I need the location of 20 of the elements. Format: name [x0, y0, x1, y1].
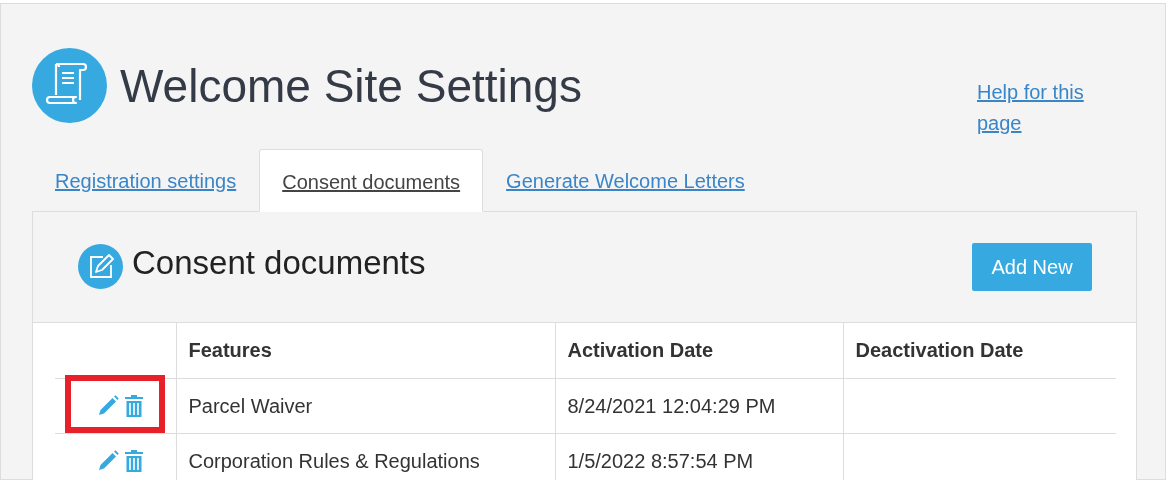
column-header: Deactivation Date: [843, 323, 1116, 378]
tab[interactable]: Consent documents: [259, 149, 484, 212]
pencil-icon[interactable]: [97, 449, 120, 472]
trash-icon[interactable]: [125, 393, 144, 418]
table-cell: 8/24/2021 12:04:29 PM: [567, 394, 776, 417]
edit-icon: [78, 244, 123, 289]
table-cell: 1/5/2022 8:57:54 PM: [567, 449, 754, 472]
tab[interactable]: Generate Welcome Letters: [483, 149, 768, 211]
tab[interactable]: Registration settings: [32, 149, 260, 211]
table-cell: Corporation Rules & Regulations: [188, 449, 480, 472]
table-cell: Parcel Waiver: [188, 394, 313, 417]
pencil-icon[interactable]: [97, 394, 120, 417]
add-new-button[interactable]: Add New: [972, 243, 1092, 291]
column-header: Activation Date: [555, 323, 843, 378]
trash-icon[interactable]: [125, 448, 144, 473]
help-link[interactable]: Help for this page: [977, 77, 1107, 139]
section-title: Consent documents: [132, 243, 426, 283]
scroll-icon: [32, 48, 107, 123]
page-title: Welcome Site Settings: [120, 59, 582, 114]
column-header: Features: [176, 323, 555, 378]
